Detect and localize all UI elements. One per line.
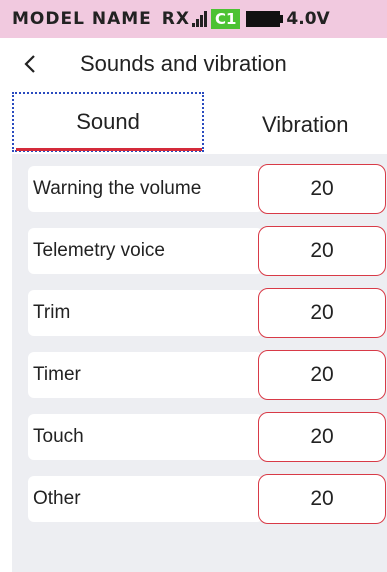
active-tab-indicator xyxy=(16,148,202,151)
tab-sound[interactable]: Sound xyxy=(12,92,204,152)
model-name: MODEL NAME xyxy=(12,9,152,29)
title-bar: Sounds and vibration xyxy=(0,38,387,90)
telemetry-voice-field[interactable]: 20 xyxy=(258,226,386,276)
rx-label: RX xyxy=(161,9,190,29)
status-bar: MODEL NAME RX C1 4.0V xyxy=(0,0,387,38)
chevron-left-icon xyxy=(24,55,35,73)
setting-label-trim: Trim xyxy=(28,290,263,336)
touch-field[interactable]: 20 xyxy=(258,412,386,462)
setting-label-warning-volume: Warning the volume xyxy=(28,166,263,212)
warning-volume-field[interactable]: 20 xyxy=(258,164,386,214)
setting-label-timer: Timer xyxy=(28,352,263,398)
timer-field[interactable]: 20 xyxy=(258,350,386,400)
setting-label-touch: Touch xyxy=(28,414,263,460)
signal-strength-icon xyxy=(191,11,207,27)
other-field[interactable]: 20 xyxy=(258,474,386,524)
page-title: Sounds and vibration xyxy=(80,51,287,76)
back-button[interactable] xyxy=(0,38,60,90)
tab-bar: Sound Vibration xyxy=(0,90,387,154)
tab-vibration[interactable]: Vibration xyxy=(262,112,348,138)
settings-panel: Warning the volume 20 Telemetry voice 20… xyxy=(12,154,387,572)
battery-voltage: 4.0V xyxy=(286,9,330,29)
trim-field[interactable]: 20 xyxy=(258,288,386,338)
channel-badge: C1 xyxy=(210,9,241,29)
battery-icon xyxy=(246,11,284,27)
setting-label-other: Other xyxy=(28,476,263,522)
setting-label-telemetry-voice: Telemetry voice xyxy=(28,228,263,274)
